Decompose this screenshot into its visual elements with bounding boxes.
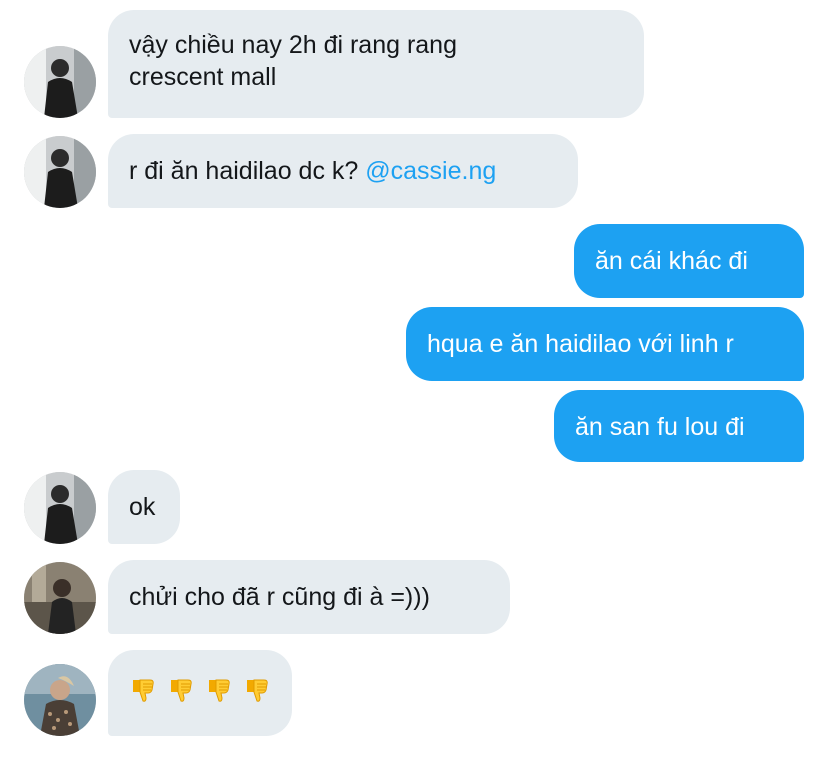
message-bubble-6[interactable]: ok (108, 470, 180, 544)
message-bubble-1[interactable]: vậy chiều nay 2h đi rang rang crescent m… (108, 10, 644, 118)
message-bubble-2[interactable]: r đi ăn haidilao dc k? @cassie.ng (108, 134, 578, 208)
message-text: vậy chiều nay 2h đi rang rang crescent m… (129, 31, 457, 91)
avatar-patterned-jacket-icon (24, 664, 96, 736)
sender-avatar[interactable] (24, 472, 96, 544)
thumbs-down-icon (167, 676, 195, 712)
emoji-row (129, 678, 270, 710)
sender-avatar[interactable] (24, 46, 96, 118)
message-text: hqua e ăn haidilao với linh r (427, 330, 734, 358)
sender-avatar[interactable] (24, 562, 96, 634)
message-bubble-5[interactable]: ăn san fu lou đi (554, 390, 804, 462)
avatar-dark-jacket-icon (24, 136, 96, 208)
thumbs-down-icon (129, 676, 157, 712)
sender-avatar[interactable] (24, 664, 96, 736)
message-bubble-3[interactable]: ăn cái khác đi (574, 224, 804, 298)
message-text: ok (129, 493, 156, 521)
message-text: ăn cái khác đi (595, 247, 748, 275)
sender-avatar[interactable] (24, 136, 96, 208)
message-text: ăn san fu lou đi (575, 413, 745, 441)
message-text: r đi ăn haidilao dc k? (129, 157, 366, 185)
thumbs-down-icon (243, 676, 271, 712)
message-text: chửi cho đã r cũng đi à =))) (129, 583, 430, 611)
message-bubble-4[interactable]: hqua e ăn haidilao với linh r (406, 307, 804, 381)
mention-link[interactable]: @cassie.ng (365, 157, 496, 185)
avatar-street-icon (24, 562, 96, 634)
message-bubble-8[interactable] (108, 650, 292, 736)
avatar-dark-jacket-icon (24, 46, 96, 118)
avatar-dark-jacket-icon (24, 472, 96, 544)
thumbs-down-icon (205, 676, 233, 712)
message-bubble-7[interactable]: chửi cho đã r cũng đi à =))) (108, 560, 510, 634)
